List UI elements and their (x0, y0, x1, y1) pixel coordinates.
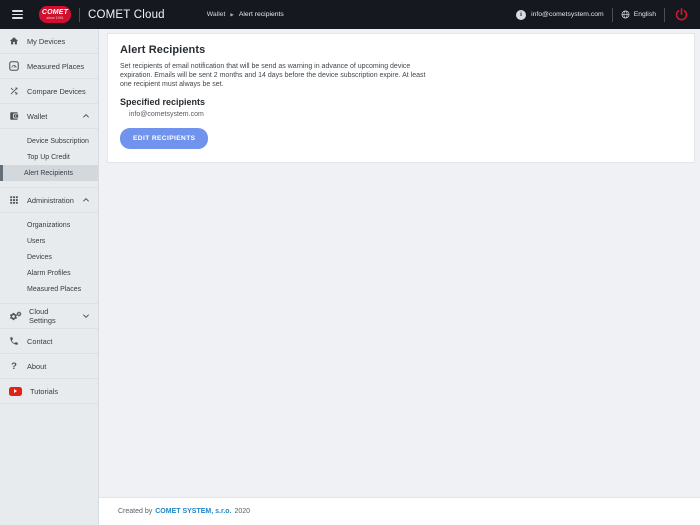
sidebar-item-label: Users (27, 238, 45, 245)
sidebar-item-label: Compare Devices (27, 87, 92, 96)
sidebar-item-tutorials[interactable]: Tutorials (0, 379, 98, 404)
recipient-email: info@cometsystem.com (120, 111, 682, 118)
sidebar-item-label: Cloud Settings (29, 307, 74, 325)
alert-recipients-card: Alert Recipients Set recipients of email… (107, 33, 695, 163)
comet-logo[interactable]: COMET since 1991 (39, 6, 71, 23)
sidebar-item-label: Administration (27, 196, 74, 205)
account-menu[interactable]: i info@cometsystem.com (516, 10, 604, 20)
sidebar-item-administration[interactable]: Administration (0, 188, 98, 213)
grid-icon (9, 195, 19, 205)
sidebar: My Devices Measured Places Compare Devic… (0, 29, 99, 525)
logout-button[interactable] (673, 8, 690, 21)
wallet-icon (9, 111, 19, 121)
app-title: COMET Cloud (88, 9, 165, 21)
logo-tagline: since 1991 (47, 17, 64, 21)
footer-company-link[interactable]: COMET SYSTEM, s.r.o. (155, 508, 231, 515)
sidebar-item-label: Top Up Credit (27, 154, 70, 161)
sidebar-item-label: Devices (27, 254, 52, 261)
chevron-down-icon (82, 313, 90, 319)
language-label: English (634, 11, 656, 18)
globe-icon (621, 10, 630, 19)
user-info-icon: i (516, 10, 526, 20)
shuffle-icon (9, 86, 19, 96)
sidebar-item-device-subscription[interactable]: Device Subscription (0, 133, 98, 149)
sidebar-item-contact[interactable]: Contact (0, 329, 98, 354)
footer: Created by COMET SYSTEM, s.r.o. 2020 (99, 497, 700, 525)
breadcrumb-section[interactable]: Wallet (207, 11, 226, 18)
divider (664, 8, 665, 22)
sidebar-item-label: Tutorials (30, 387, 92, 396)
divider (79, 8, 80, 22)
language-selector[interactable]: English (621, 10, 656, 19)
recipients-heading: Specified recipients (120, 97, 682, 107)
youtube-icon (9, 387, 22, 396)
sidebar-item-label: Alert Recipients (24, 170, 73, 177)
edit-recipients-button[interactable]: EDIT RECIPIENTS (120, 128, 208, 149)
sidebar-item-label: About (27, 362, 92, 371)
description-text: Set recipients of email notification tha… (120, 63, 432, 90)
question-icon: ? (9, 361, 19, 372)
menu-icon[interactable] (12, 10, 23, 19)
sidebar-item-top-up-credit[interactable]: Top Up Credit (0, 149, 98, 165)
sidebar-item-about[interactable]: ? About (0, 354, 98, 379)
gears-icon (9, 311, 21, 321)
sidebar-item-users[interactable]: Users (0, 233, 98, 249)
breadcrumb: Wallet ▶ Alert recipients (207, 11, 284, 18)
page-title: Alert Recipients (120, 44, 682, 56)
sidebar-item-devices[interactable]: Devices (0, 249, 98, 265)
sidebar-item-my-devices[interactable]: My Devices (0, 29, 98, 54)
sidebar-item-alarm-profiles[interactable]: Alarm Profiles (0, 265, 98, 281)
sidebar-item-label: Measured Places (27, 62, 92, 71)
sidebar-item-measured-places[interactable]: Measured Places (0, 54, 98, 79)
gauge-icon (9, 61, 19, 71)
sidebar-item-label: Organizations (27, 222, 70, 229)
administration-submenu: Organizations Users Devices Alarm Profil… (0, 213, 98, 304)
sidebar-item-compare-devices[interactable]: Compare Devices (0, 79, 98, 104)
breadcrumb-page: Alert recipients (239, 11, 284, 18)
chevron-up-icon (82, 113, 90, 119)
home-icon (9, 36, 19, 46)
user-email: info@cometsystem.com (531, 11, 604, 18)
sidebar-item-wallet[interactable]: Wallet (0, 104, 98, 129)
sidebar-item-label: Alarm Profiles (27, 270, 71, 277)
footer-year: 2020 (234, 508, 250, 515)
sidebar-item-label: Wallet (27, 112, 74, 121)
chevron-up-icon (82, 197, 90, 203)
footer-created-by: Created by (118, 508, 152, 515)
sidebar-item-cloud-settings[interactable]: Cloud Settings (0, 304, 98, 329)
logo-brand-text: COMET (42, 9, 68, 16)
divider (612, 8, 613, 22)
sidebar-item-organizations[interactable]: Organizations (0, 217, 98, 233)
sidebar-item-measured-places-admin[interactable]: Measured Places (0, 281, 98, 297)
sidebar-item-label: Contact (27, 337, 92, 346)
phone-icon (9, 336, 19, 346)
main-content: Alert Recipients Set recipients of email… (99, 29, 700, 525)
sidebar-item-alert-recipients[interactable]: Alert Recipients (0, 165, 98, 181)
sidebar-item-label: Measured Places (27, 286, 81, 293)
power-icon (675, 8, 688, 21)
breadcrumb-arrow-icon: ▶ (230, 12, 233, 18)
wallet-submenu: Device Subscription Top Up Credit Alert … (0, 129, 98, 188)
sidebar-item-label: My Devices (27, 37, 92, 46)
sidebar-item-label: Device Subscription (27, 138, 89, 145)
top-bar: COMET since 1991 COMET Cloud Wallet ▶ Al… (0, 0, 700, 29)
